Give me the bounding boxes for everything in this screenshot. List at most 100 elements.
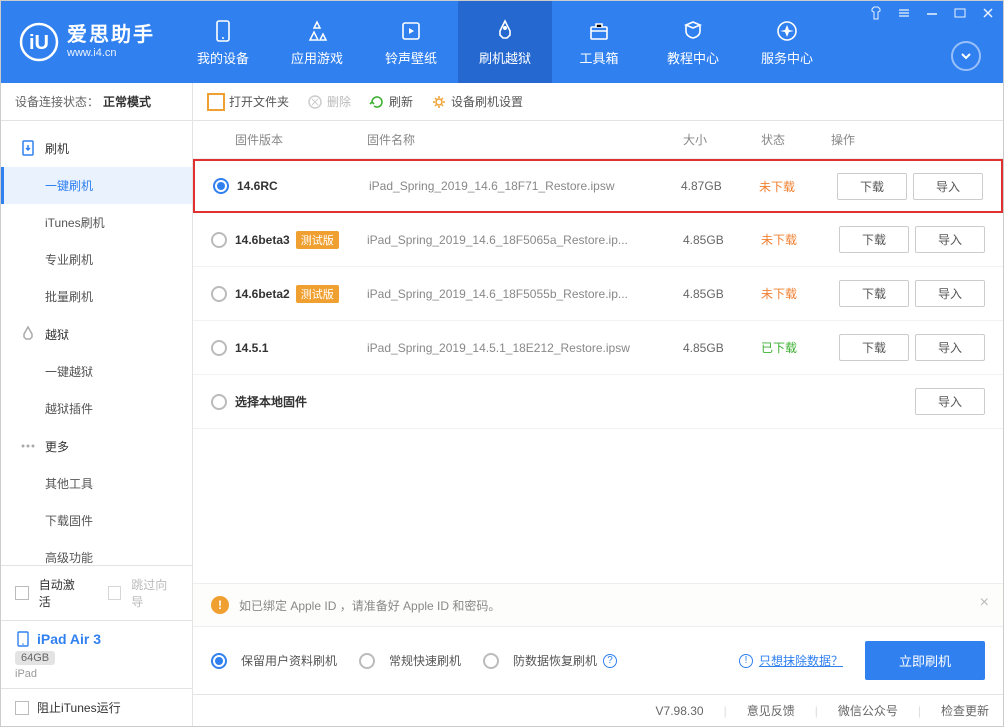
wechat-link[interactable]: 微信公众号 [838, 702, 898, 719]
sidebar-item[interactable]: 其他工具 [1, 465, 192, 502]
row-radio[interactable] [211, 394, 227, 410]
firmware-row[interactable]: 14.6beta3测试版iPad_Spring_2019_14.6_18F506… [193, 213, 1003, 267]
option-radio[interactable] [211, 653, 227, 669]
device-settings-button[interactable]: 设备刷机设置 [431, 93, 523, 110]
beta-badge: 测试版 [296, 231, 339, 249]
option-radio[interactable] [483, 653, 499, 669]
import-button[interactable]: 导入 [915, 388, 985, 415]
row-radio[interactable] [211, 286, 227, 302]
win-skin-icon[interactable] [867, 5, 885, 21]
row-radio[interactable] [211, 340, 227, 356]
top-tab-5[interactable]: 教程中心 [646, 1, 740, 83]
feedback-link[interactable]: 意见反馈 [747, 702, 795, 719]
help-icon[interactable]: ? [603, 654, 617, 668]
flash-option-0[interactable]: 保留用户资料刷机 [211, 652, 337, 669]
top-tab-0[interactable]: 我的设备 [176, 1, 270, 83]
conn-prefix: 设备连接状态： [15, 93, 99, 110]
tab-label: 铃声壁纸 [385, 48, 437, 67]
firmware-size: 4.87GB [681, 179, 759, 193]
download-button[interactable]: 下载 [839, 334, 909, 361]
col-size: 大小 [683, 131, 761, 148]
version-text: 14.5.1 [235, 341, 268, 355]
firmware-name: iPad_Spring_2019_14.6_18F5065a_Restore.i… [367, 233, 683, 247]
app-title: 爱思助手 [67, 25, 155, 45]
auto-activate-checkbox[interactable] [15, 586, 29, 600]
sidebar-group-2[interactable]: 更多 [1, 427, 192, 465]
sidebar-item[interactable]: 越狱插件 [1, 390, 192, 427]
tab-icon-2 [398, 18, 424, 44]
sidebar-group-1[interactable]: 越狱 [1, 315, 192, 353]
firmware-status: 已下载 [761, 339, 831, 356]
import-button[interactable]: 导入 [915, 334, 985, 361]
import-button[interactable]: 导入 [915, 226, 985, 253]
group-label: 更多 [45, 438, 69, 455]
delete-label: 删除 [327, 93, 351, 110]
tab-label: 应用游戏 [291, 48, 343, 67]
sidebar-item[interactable]: 一键越狱 [1, 353, 192, 390]
win-maximize-icon[interactable] [951, 5, 969, 21]
gear-icon [431, 94, 447, 110]
col-name: 固件名称 [367, 131, 683, 148]
firmware-row[interactable]: 选择本地固件 导入 [193, 375, 1003, 429]
notice-text: 如已绑定 Apple ID ，请准备好 Apple ID 和密码。 [239, 597, 500, 614]
close-notice-icon[interactable]: × [980, 594, 989, 612]
col-version: 固件版本 [235, 131, 367, 148]
flash-now-button[interactable]: 立即刷机 [865, 641, 985, 680]
sidebar-item[interactable]: 批量刷机 [1, 278, 192, 315]
download-button[interactable]: 下载 [837, 173, 907, 200]
download-button[interactable]: 下载 [839, 280, 909, 307]
svg-text:iU: iU [29, 32, 49, 54]
open-folder-label: 打开文件夹 [229, 93, 289, 110]
col-status: 状态 [761, 131, 831, 148]
device-settings-label: 设备刷机设置 [451, 93, 523, 110]
option-radio[interactable] [359, 653, 375, 669]
flash-now-label: 立即刷机 [899, 654, 951, 669]
sidebar-item[interactable]: 专业刷机 [1, 241, 192, 278]
device-info[interactable]: iPad Air 3 64GB iPad [1, 620, 192, 688]
firmware-row[interactable]: 14.6RCiPad_Spring_2019_14.6_18F71_Restor… [193, 159, 1003, 213]
row-radio[interactable] [211, 232, 227, 248]
firmware-size: 4.85GB [683, 341, 761, 355]
top-tab-1[interactable]: 应用游戏 [270, 1, 364, 83]
tab-icon-0 [210, 18, 236, 44]
sidebar-group-0[interactable]: 刷机 [1, 129, 192, 167]
version-text: 选择本地固件 [235, 393, 307, 410]
open-folder-button[interactable]: 打开文件夹 [207, 93, 289, 111]
firmware-status: 未下载 [761, 231, 831, 248]
refresh-button[interactable]: 刷新 [369, 93, 413, 110]
firmware-row[interactable]: 14.6beta2测试版iPad_Spring_2019_14.6_18F505… [193, 267, 1003, 321]
sidebar-item[interactable]: iTunes刷机 [1, 204, 192, 241]
tablet-icon [15, 631, 31, 647]
device-type: iPad [15, 668, 178, 680]
win-close-icon[interactable] [979, 5, 997, 21]
import-button[interactable]: 导入 [915, 280, 985, 307]
connection-status: 设备连接状态：正常模式 [1, 83, 193, 120]
flash-option-1[interactable]: 常规快速刷机 [359, 652, 461, 669]
win-menu-icon[interactable] [895, 5, 913, 21]
tab-label: 工具箱 [579, 48, 618, 67]
tab-icon-3 [492, 18, 518, 44]
top-tab-2[interactable]: 铃声壁纸 [364, 1, 458, 83]
delete-button[interactable]: 删除 [307, 93, 351, 110]
firmware-row[interactable]: 14.5.1iPad_Spring_2019_14.5.1_18E212_Res… [193, 321, 1003, 375]
top-tab-3[interactable]: 刷机越狱 [458, 1, 552, 83]
sidebar-item[interactable]: 一键刷机 [1, 167, 192, 204]
win-minimize-icon[interactable] [923, 5, 941, 21]
block-itunes-checkbox[interactable] [15, 701, 29, 715]
row-radio[interactable] [213, 178, 229, 194]
version-text: 14.6beta2 [235, 287, 290, 301]
erase-only-link[interactable]: ! 只想抹除数据？ [739, 652, 843, 669]
top-tab-6[interactable]: 服务中心 [740, 1, 834, 83]
refresh-icon [369, 94, 385, 110]
auto-activate-label: 自动激活 [39, 576, 86, 610]
sidebar-item[interactable]: 高级功能 [1, 539, 192, 565]
firmware-status: 未下载 [761, 285, 831, 302]
flash-option-2[interactable]: 防数据恢复刷机 ? [483, 652, 617, 669]
sidebar-item[interactable]: 下载固件 [1, 502, 192, 539]
expand-down-icon[interactable] [951, 41, 981, 71]
top-tab-4[interactable]: 工具箱 [552, 1, 646, 83]
skip-wizard-checkbox[interactable] [108, 586, 122, 600]
import-button[interactable]: 导入 [913, 173, 983, 200]
check-update-link[interactable]: 检查更新 [941, 702, 989, 719]
download-button[interactable]: 下载 [839, 226, 909, 253]
